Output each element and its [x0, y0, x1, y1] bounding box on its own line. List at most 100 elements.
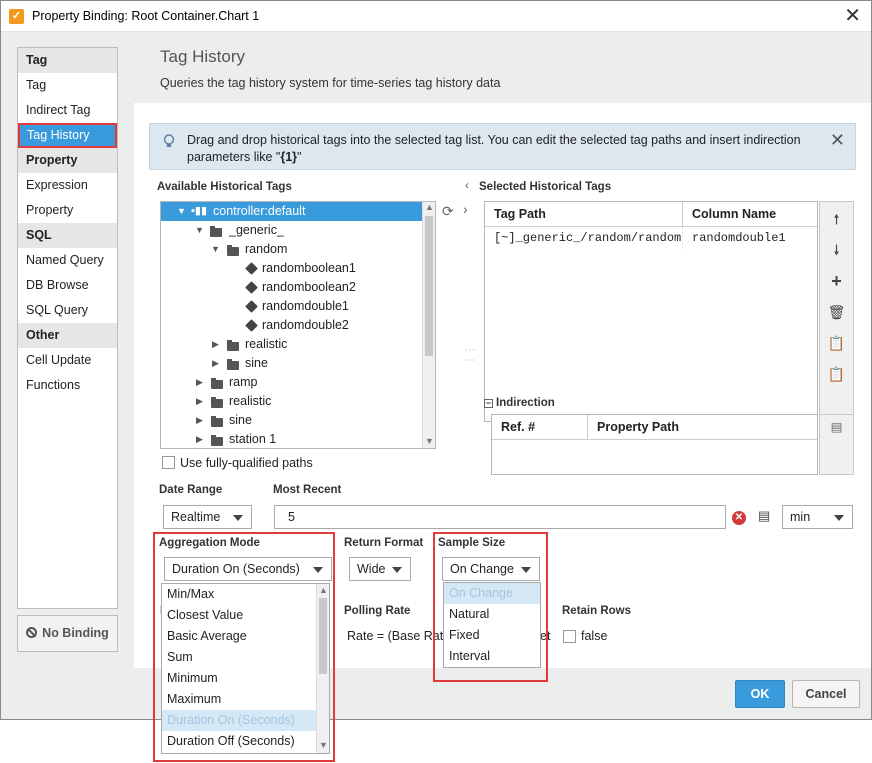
return-format-select[interactable]: Wide	[349, 557, 411, 581]
splitter-handle[interactable]: ⋮⋮	[464, 345, 475, 365]
ok-button[interactable]: OK	[735, 680, 785, 708]
no-binding-button[interactable]: No Binding	[17, 615, 118, 652]
folder-icon	[227, 359, 239, 370]
binding-type-list: Tag Tag Indirect Tag Tag History Propert…	[17, 47, 118, 609]
indirection-toggle[interactable]: − Indirection	[484, 397, 555, 409]
tree-node-ramp[interactable]: ▶ ramp	[161, 373, 423, 392]
paste-icon[interactable]: 📋	[820, 328, 853, 358]
folder-icon	[227, 340, 239, 351]
tree-node-realistic[interactable]: ▶ realistic	[161, 335, 423, 354]
folder-icon	[211, 397, 223, 408]
return-format-label: Return Format	[344, 537, 424, 549]
polling-rate-label: Polling Rate	[344, 605, 411, 617]
title-bar: ✓ Property Binding: Root Container.Chart…	[1, 1, 871, 32]
table-header: Tag Path Column Name	[485, 202, 817, 227]
fully-qualified-checkbox[interactable]	[162, 456, 175, 469]
panel-header: Tag History Queries the tag history syst…	[134, 33, 871, 103]
no-binding-label: No Binding	[42, 626, 109, 640]
page-title: Tag History	[160, 47, 246, 66]
column-header-column-name[interactable]: Column Name	[683, 202, 817, 227]
historical-tag-tree[interactable]: ▼ ▪▮▮ controller:default ▼ _generic_ ▼ r…	[160, 201, 436, 449]
lightbulb-icon	[163, 134, 175, 147]
tree-node-controller[interactable]: ▼ ▪▮▮ controller:default	[161, 202, 423, 221]
sidebar-item-tag-history[interactable]: Tag History	[18, 123, 117, 148]
info-banner: Drag and drop historical tags into the s…	[149, 123, 856, 170]
most-recent-label: Most Recent	[273, 484, 342, 496]
tree-node-tag[interactable]: randomboolean1	[161, 259, 423, 278]
category-tag: Tag	[18, 48, 117, 73]
sidebar-item-property[interactable]: Property	[18, 198, 117, 223]
tag-icon	[245, 300, 258, 313]
table-cell-column-name[interactable]: randomdouble1	[683, 227, 817, 249]
chevron-right-icon: ▶	[196, 396, 203, 406]
tag-icon	[245, 281, 258, 294]
date-range-label: Date Range	[159, 484, 223, 496]
sidebar-item-named-query[interactable]: Named Query	[18, 248, 117, 273]
sidebar-item-cell-update[interactable]: Cell Update	[18, 348, 117, 373]
refresh-icon[interactable]: ⟳	[442, 203, 454, 220]
available-tags-label: Available Historical Tags	[157, 181, 292, 193]
tree-node-tag[interactable]: randomdouble1	[161, 297, 423, 316]
tree-node-sine[interactable]: ▶ sine	[161, 411, 423, 430]
column-header-tag-path[interactable]: Tag Path	[485, 202, 683, 227]
sidebar-item-indirect-tag[interactable]: Indirect Tag	[18, 98, 117, 123]
list-icon[interactable]: ▤	[831, 420, 843, 434]
clear-icon[interactable]: ✕	[732, 511, 746, 525]
window-title: Property Binding: Root Container.Chart 1	[32, 9, 260, 23]
selected-tags-table[interactable]: Tag Path Column Name [~]_generic_/random…	[484, 201, 818, 422]
column-header-ref[interactable]: Ref. #	[492, 415, 588, 440]
tag-provider-icon: ▪▮▮	[191, 205, 208, 217]
clipboard-icon[interactable]: 📋	[820, 359, 853, 389]
list-icon[interactable]: ▤	[758, 508, 770, 524]
table-toolbar: 🠕 🠗 + 🗑 📋 📋	[819, 201, 854, 422]
most-recent-input[interactable]: 5	[274, 505, 726, 529]
ignition-icon: ✓	[9, 9, 24, 24]
retain-rows-label: Retain Rows	[562, 605, 632, 617]
tree-node-sine[interactable]: ▶ sine	[161, 354, 423, 373]
folder-icon	[211, 378, 223, 389]
table-cell-tag-path[interactable]: [~]_generic_/random/randomd	[485, 227, 683, 249]
close-icon[interactable]: ✕	[844, 5, 861, 27]
tree-node-generic[interactable]: ▼ _generic_	[161, 221, 423, 240]
close-info-icon[interactable]: ✕	[830, 130, 845, 151]
trash-icon[interactable]: 🗑	[820, 297, 853, 327]
tree-node-tag[interactable]: randomboolean2	[161, 278, 423, 297]
category-property: Property	[18, 148, 117, 173]
scroll-up-icon[interactable]: ▲	[425, 202, 434, 212]
chevron-down-icon: ▼	[211, 244, 220, 254]
sidebar-item-expression[interactable]: Expression	[18, 173, 117, 198]
unit-select[interactable]: min	[782, 505, 853, 529]
sidebar-item-tag[interactable]: Tag	[18, 73, 117, 98]
column-header-property-path[interactable]: Property Path	[588, 415, 817, 440]
scrollbar-thumb[interactable]	[425, 216, 433, 356]
collapse-left-icon[interactable]: ‹	[465, 180, 469, 192]
chevron-right-icon: ▶	[196, 377, 203, 387]
chevron-down-icon	[392, 567, 402, 573]
move-down-icon[interactable]: 🠗	[820, 235, 853, 265]
scroll-down-icon[interactable]: ▼	[425, 436, 434, 446]
add-icon[interactable]: +	[820, 266, 853, 296]
tree-scrollbar[interactable]: ▲ ▼	[422, 202, 435, 448]
cancel-button[interactable]: Cancel	[792, 680, 860, 708]
category-sql: SQL	[18, 223, 117, 248]
tree-node-random[interactable]: ▼ random	[161, 240, 423, 259]
sidebar-item-db-browse[interactable]: DB Browse	[18, 273, 117, 298]
tree-node-tag[interactable]: randomdouble2	[161, 316, 423, 335]
chevron-right-icon[interactable]: ›	[463, 201, 468, 217]
move-up-icon[interactable]: 🠕	[820, 204, 853, 234]
tree-node-station-1[interactable]: ▶ station 1	[161, 430, 423, 448]
collapse-icon: −	[484, 398, 493, 408]
chevron-down-icon: ▼	[177, 206, 186, 216]
tree-node-realistic[interactable]: ▶ realistic	[161, 392, 423, 411]
folder-icon	[227, 245, 239, 256]
sidebar-item-functions[interactable]: Functions	[18, 373, 117, 398]
retain-rows-value: false	[581, 629, 608, 643]
indirection-table[interactable]: Ref. # Property Path	[491, 414, 818, 475]
sidebar-item-sql-query[interactable]: SQL Query	[18, 298, 117, 323]
tag-icon	[245, 262, 258, 275]
retain-rows-checkbox[interactable]	[563, 630, 576, 643]
date-range-select[interactable]: Realtime	[163, 505, 252, 529]
chevron-right-icon: ▶	[212, 358, 219, 368]
chevron-down-icon: ▼	[195, 225, 204, 235]
chevron-down-icon	[834, 515, 844, 521]
